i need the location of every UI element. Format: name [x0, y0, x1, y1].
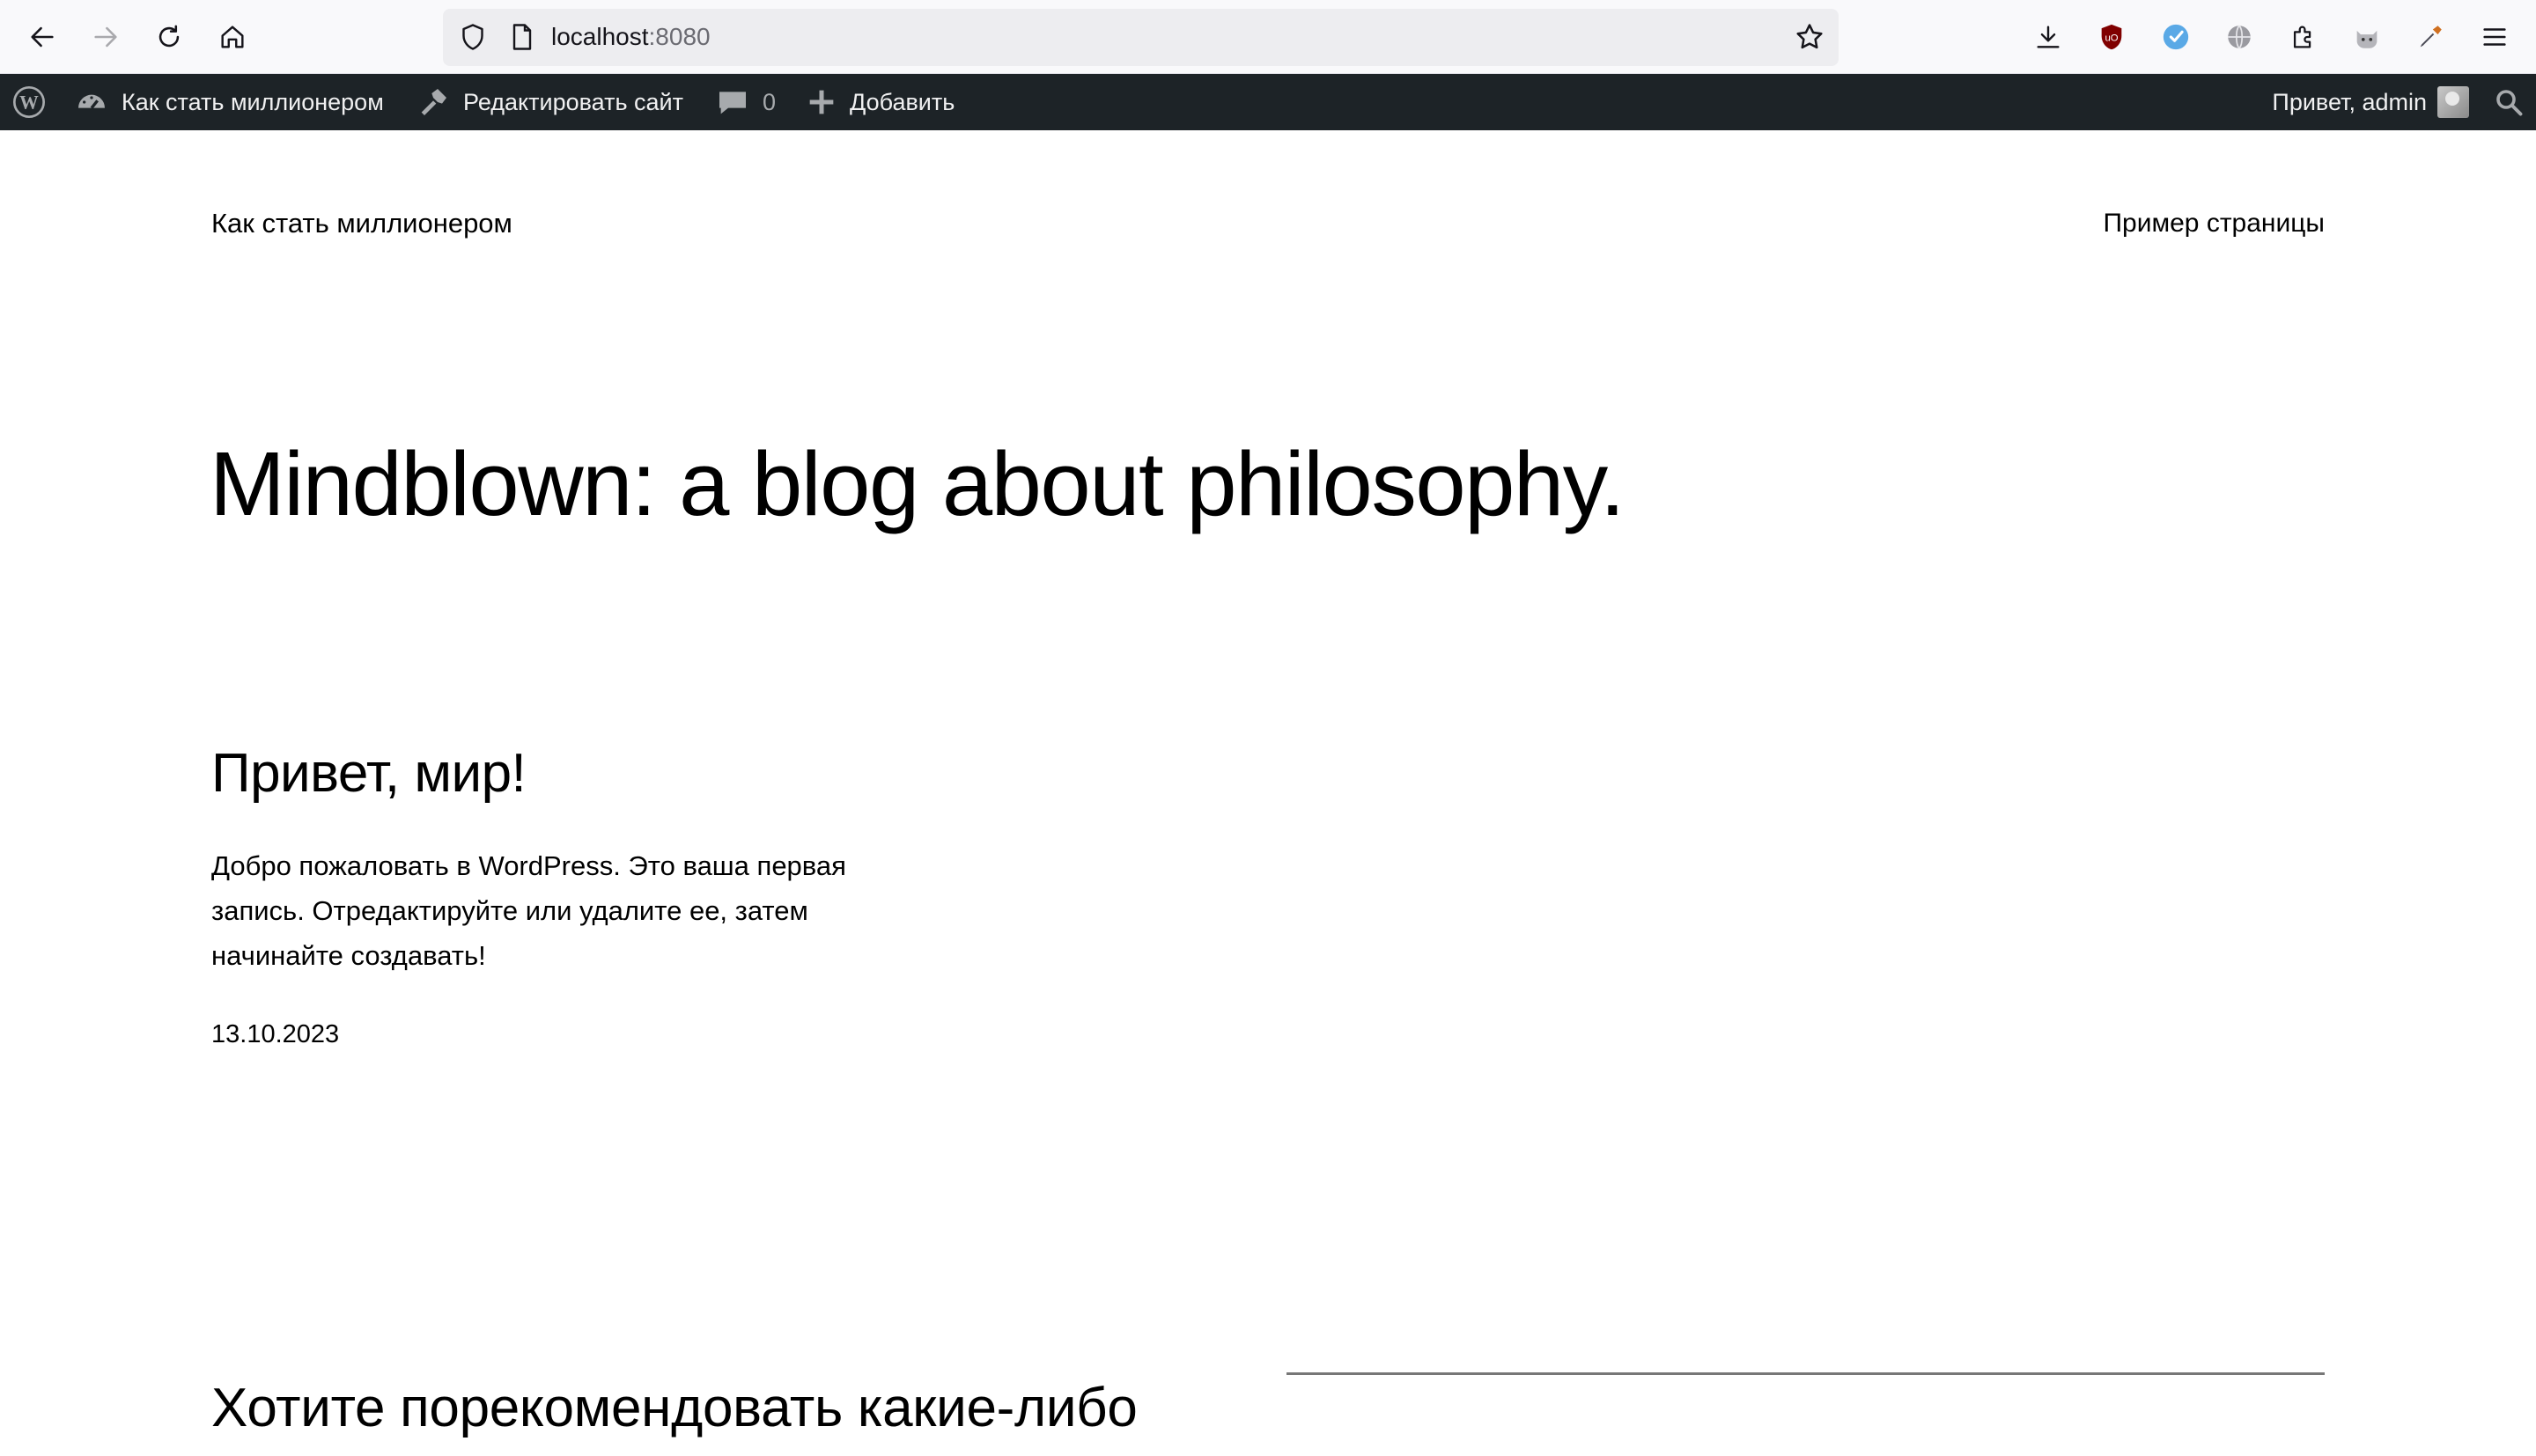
- globe-icon: [2228, 25, 2251, 49]
- hammer-icon: [421, 89, 446, 115]
- eyedropper-extension[interactable]: [2413, 19, 2448, 55]
- url-host: localhost: [551, 23, 649, 50]
- wp-admin-bar: W Как стать миллионером Редактировать са…: [0, 74, 2536, 130]
- url-bar[interactable]: localhost:8080: [443, 9, 1839, 66]
- dashboard-icon: [78, 94, 105, 109]
- edit-site-label: Редактировать сайт: [463, 89, 683, 115]
- back-button[interactable]: [23, 18, 62, 56]
- reload-icon: [158, 25, 180, 48]
- post-date[interactable]: 13.10.2023: [211, 1017, 339, 1052]
- page-icon[interactable]: [506, 21, 538, 53]
- svg-text:W: W: [19, 92, 39, 114]
- url-text[interactable]: localhost:8080: [551, 22, 711, 52]
- cat-extension[interactable]: [2349, 19, 2385, 55]
- home-icon: [221, 26, 244, 48]
- reload-button[interactable]: [150, 18, 188, 56]
- forward-button[interactable]: [86, 18, 125, 56]
- downloads-button[interactable]: [2031, 19, 2066, 55]
- home-button[interactable]: [213, 18, 252, 56]
- separator: [1286, 1372, 2325, 1375]
- comment-bubble-icon: [719, 92, 746, 114]
- wp-logo-menu[interactable]: W: [11, 74, 47, 130]
- site-name-menu[interactable]: Как стать миллионером: [74, 74, 384, 130]
- eyedropper-icon: [2420, 26, 2442, 48]
- add-new-label: Добавить: [850, 89, 955, 115]
- star-icon[interactable]: [1793, 20, 1826, 54]
- comments-button[interactable]: 0: [715, 74, 776, 130]
- post-title[interactable]: Привет, мир!: [211, 739, 527, 808]
- post-excerpt: Добро пожаловать в WordPress. Это ваша п…: [211, 850, 846, 971]
- comments-count: 0: [763, 89, 777, 115]
- edit-site-button[interactable]: Редактировать сайт: [416, 74, 683, 130]
- extensions-button[interactable]: [2286, 19, 2321, 55]
- cat-icon: [2356, 30, 2378, 48]
- site-name-label: Как стать миллионером: [122, 89, 384, 115]
- menu-button[interactable]: [2477, 19, 2512, 55]
- svg-text:uO: uO: [2105, 33, 2118, 43]
- search-icon: [2496, 90, 2523, 116]
- wordpress-logo-icon: W: [13, 86, 45, 118]
- download-icon: [2037, 26, 2060, 48]
- puzzle-icon: [2293, 26, 2311, 48]
- arrow-left-icon: [31, 26, 54, 48]
- account-menu[interactable]: Привет, admin: [2272, 74, 2469, 130]
- cta-heading: Хотите порекомендовать какие-либо: [211, 1378, 1138, 1438]
- globe-extension[interactable]: [2222, 19, 2257, 55]
- site-title[interactable]: Как стать миллионером: [211, 206, 512, 241]
- avatar: [2437, 86, 2469, 118]
- search-button[interactable]: [2493, 74, 2525, 130]
- hamburger-icon: [2483, 28, 2506, 46]
- plus-icon: [809, 90, 834, 114]
- greeting-label: Привет, admin: [2272, 89, 2427, 115]
- check-circle-icon: [2163, 24, 2189, 50]
- ublock-extension[interactable]: uO: [2094, 19, 2129, 55]
- shield-icon[interactable]: [457, 21, 489, 53]
- arrow-right-icon: [94, 26, 117, 48]
- nav-sample-page-link[interactable]: Пример страницы: [2103, 206, 2325, 241]
- ublock-icon: uO: [2101, 24, 2122, 50]
- url-port: :8080: [648, 23, 711, 50]
- browser-toolbar: localhost:8080 uO: [0, 0, 2536, 74]
- blue-extension[interactable]: [2158, 19, 2193, 55]
- add-new-button[interactable]: Добавить: [804, 74, 955, 130]
- hero-heading: Mindblown: a blog about philosophy.: [210, 433, 1626, 534]
